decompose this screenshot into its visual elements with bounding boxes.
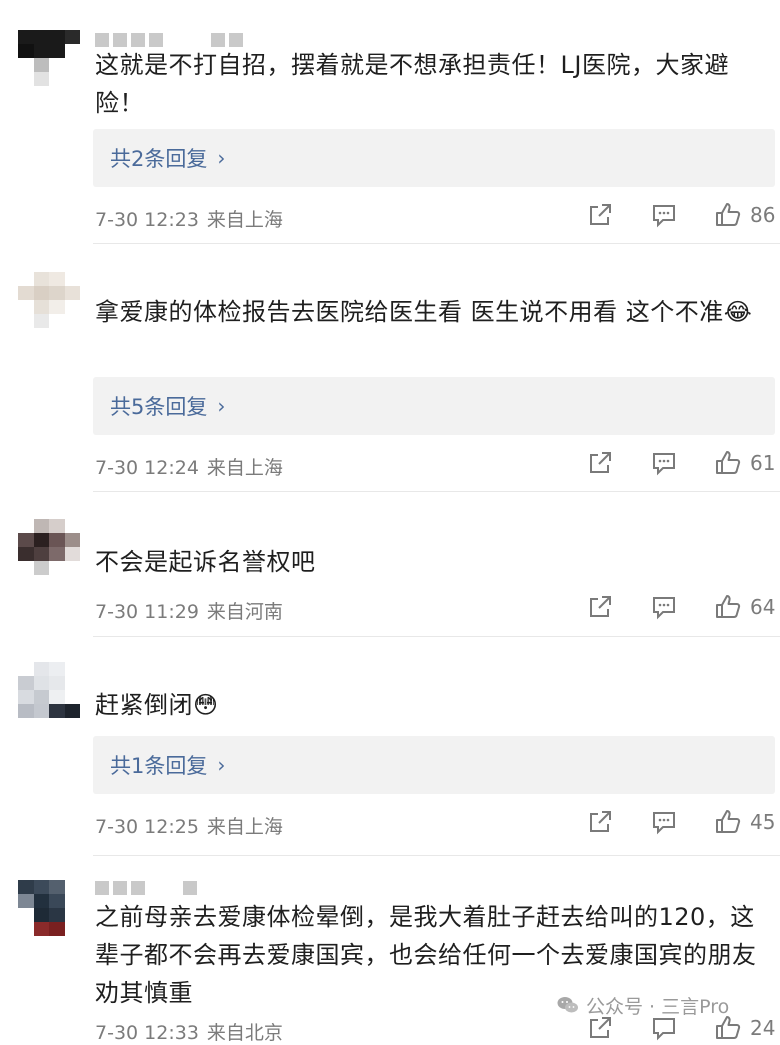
comment-location: 来自北京	[206, 1022, 283, 1044]
reply-count-label: 共5条回复	[110, 395, 208, 419]
comment-icon	[653, 205, 675, 228]
like-count: 86	[750, 203, 776, 227]
comment-actions: 61	[586, 449, 775, 477]
like-button[interactable]: 64	[714, 593, 775, 621]
comment-button[interactable]	[650, 201, 678, 229]
username-redacted[interactable]	[95, 33, 243, 47]
thumbs-up-icon	[716, 810, 741, 833]
comment-actions: 45	[586, 808, 775, 836]
comment-location: 来自上海	[206, 457, 283, 479]
thumbs-up-icon	[716, 595, 741, 618]
view-replies-button[interactable]: 共1条回复 ›	[93, 736, 775, 794]
like-count: 24	[750, 1016, 776, 1040]
comment-time: 7-30 12:23	[95, 209, 199, 231]
comment-icon	[653, 453, 675, 476]
divider	[93, 243, 780, 244]
like-button[interactable]: 45	[714, 808, 775, 836]
comment-button[interactable]	[650, 449, 678, 477]
comment-button[interactable]	[650, 808, 678, 836]
share-button[interactable]	[586, 808, 614, 836]
comment-meta: 7-30 12:24 来自上海	[95, 453, 283, 480]
avatar[interactable]	[18, 662, 80, 718]
comment-time: 7-30 12:25	[95, 816, 199, 838]
view-replies-button[interactable]: 共5条回复 ›	[93, 377, 775, 435]
like-count: 64	[750, 595, 776, 619]
divider	[93, 636, 780, 637]
chevron-right-icon: ›	[217, 753, 226, 777]
comment-location: 来自上海	[206, 816, 283, 838]
share-button[interactable]	[586, 201, 614, 229]
comment-text: 拿爱康的体检报告去医院给医生看 医生说不用看 这个不准😂	[95, 298, 753, 326]
share-icon	[590, 596, 611, 617]
comment-button[interactable]	[650, 593, 678, 621]
comment-actions: 64	[586, 593, 775, 621]
comment-text: 这就是不打自招，摆着就是不想承担责任！LJ医院，大家避险！	[95, 51, 729, 117]
watermark-text: 公众号 · 三言Pro	[586, 995, 730, 1018]
comment-text: 赶紧倒闭😳	[95, 691, 219, 719]
comment-icon	[653, 597, 675, 620]
comment-time: 7-30 12:33	[95, 1022, 199, 1044]
comment-location: 来自上海	[206, 209, 283, 231]
comment-meta: 7-30 11:29 来自河南	[95, 597, 283, 624]
share-icon	[590, 811, 611, 832]
avatar[interactable]	[18, 519, 80, 575]
comment-meta: 7-30 12:25 来自上海	[95, 812, 283, 839]
username-redacted[interactable]	[95, 881, 197, 895]
share-button[interactable]	[586, 449, 614, 477]
avatar[interactable]	[18, 880, 80, 936]
reply-count-label: 共1条回复	[110, 754, 208, 778]
divider	[93, 491, 780, 492]
like-button[interactable]: 86	[714, 201, 775, 229]
comment-text: 不会是起诉名誉权吧	[95, 548, 316, 576]
like-count: 61	[750, 451, 776, 475]
comment-icon	[653, 812, 675, 835]
chevron-right-icon: ›	[217, 146, 226, 170]
thumbs-up-icon	[716, 203, 741, 226]
avatar[interactable]	[18, 272, 80, 328]
view-replies-button[interactable]: 共2条回复 ›	[93, 129, 775, 187]
comment-location: 来自河南	[206, 601, 283, 623]
like-button[interactable]: 61	[714, 449, 775, 477]
share-icon	[590, 204, 611, 225]
divider	[93, 855, 780, 856]
reply-count-label: 共2条回复	[110, 147, 208, 171]
thumbs-up-icon	[716, 451, 741, 474]
share-icon	[590, 452, 611, 473]
comment-time: 7-30 11:29	[95, 601, 199, 623]
avatar[interactable]	[18, 30, 80, 86]
like-count: 45	[750, 810, 776, 834]
watermark: 公众号 · 三言Pro	[556, 990, 729, 1020]
comment-meta: 7-30 12:33 来自北京	[95, 1018, 283, 1045]
chevron-right-icon: ›	[217, 394, 226, 418]
wechat-icon	[557, 997, 578, 1013]
comment-meta: 7-30 12:23 来自上海	[95, 205, 283, 232]
share-button[interactable]	[586, 593, 614, 621]
comment-time: 7-30 12:24	[95, 457, 199, 479]
comment-actions: 86	[586, 201, 775, 229]
